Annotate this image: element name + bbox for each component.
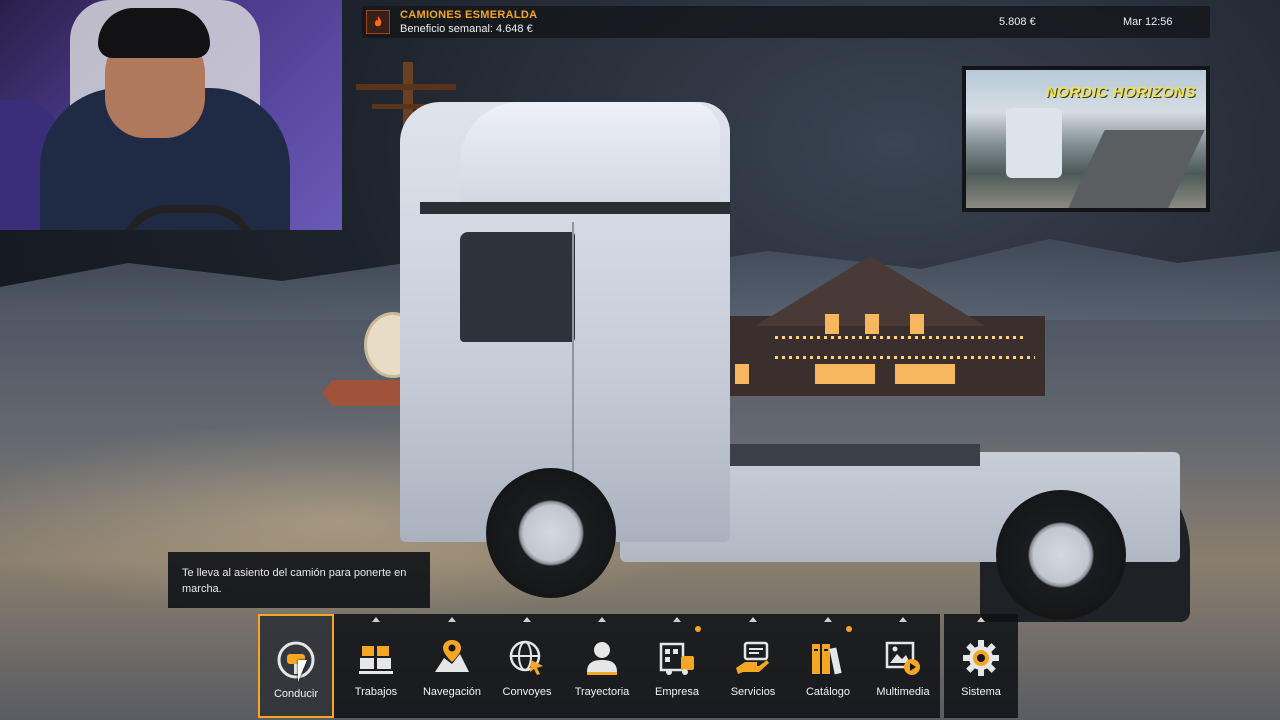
promo-truck [1006, 108, 1062, 178]
promo-road [1067, 130, 1205, 208]
caret-up-icon [977, 617, 985, 622]
menu-label: Navegación [422, 686, 482, 698]
steering-wheel-icon [276, 640, 316, 680]
notification-dot [695, 626, 701, 632]
menu-label: Convoyes [502, 686, 552, 698]
menu-label: Servicios [730, 686, 776, 698]
menu-convoys-button[interactable]: Convoyes [489, 614, 565, 718]
truck-front-wheel [486, 468, 616, 598]
cargo-boxes-icon [356, 638, 396, 678]
notification-dot [846, 626, 852, 632]
menu-drive-button[interactable]: Conducir [258, 614, 334, 718]
caret-up-icon [899, 617, 907, 622]
menu-multimedia-button[interactable]: Multimedia [865, 614, 941, 718]
caret-up-icon [448, 617, 456, 622]
media-play-icon [883, 638, 923, 678]
menu-label: Trayectoria [574, 686, 630, 698]
caret-up-icon [598, 617, 606, 622]
truck-rear-wheel [996, 490, 1126, 620]
menu-label: Catálogo [805, 686, 851, 698]
caret-up-icon [673, 617, 681, 622]
webcam-overlay [0, 0, 342, 230]
promo-title: NORDIC HORIZONS [1046, 84, 1196, 101]
flame-icon [374, 16, 382, 27]
menu-label: Trabajos [354, 686, 398, 698]
books-icon [808, 638, 848, 678]
menu-jobs-button[interactable]: Trabajos [338, 614, 414, 718]
service-hand-icon [733, 638, 773, 678]
caret-up-icon [523, 617, 531, 622]
caret-up-icon [372, 617, 380, 622]
menu-label: Conducir [273, 688, 319, 700]
promo-image: NORDIC HORIZONS [966, 70, 1206, 208]
truck-cab-roof [460, 102, 720, 212]
map-pin-icon [432, 638, 472, 678]
gear-icon [961, 638, 1001, 678]
company-name: CAMIONES ESMERALDA [400, 9, 538, 21]
menu-label: Empresa [654, 686, 700, 698]
webcam-person-hair [98, 8, 210, 58]
company-truck-icon [657, 638, 697, 678]
menu-company-button[interactable]: Empresa [639, 614, 715, 718]
truck-side-window [460, 232, 575, 342]
globe-cursor-icon [507, 638, 547, 678]
menu-system-button[interactable]: Sistema [943, 614, 1019, 718]
dlc-promo-banner[interactable]: NORDIC HORIZONS [962, 66, 1210, 212]
status-bar: CAMIONES ESMERALDA Beneficio semanal: 4.… [362, 6, 1210, 38]
menu-label: Multimedia [876, 686, 930, 698]
menu-tooltip: Te lleva al asiento del camión para pone… [168, 552, 430, 608]
caret-up-icon [749, 617, 757, 622]
money-balance: 5.808 € [999, 16, 1036, 28]
company-info: CAMIONES ESMERALDA Beneficio semanal: 4.… [400, 8, 537, 36]
company-logo-icon [366, 10, 390, 34]
profile-icon [582, 638, 622, 678]
weekly-profit: Beneficio semanal: 4.648 € [400, 23, 533, 35]
game-clock: Mar 12:56 [1123, 16, 1173, 28]
menu-label: Sistema [961, 686, 1001, 698]
menu-services-button[interactable]: Servicios [715, 614, 791, 718]
menu-career-button[interactable]: Trayectoria [564, 614, 640, 718]
truck-cab-stripe [420, 202, 730, 214]
menu-navigation-button[interactable]: Navegación [414, 614, 490, 718]
menu-catalog-button[interactable]: Catálogo [790, 614, 866, 718]
mouse-cursor-icon [298, 660, 307, 682]
caret-up-icon [824, 617, 832, 622]
